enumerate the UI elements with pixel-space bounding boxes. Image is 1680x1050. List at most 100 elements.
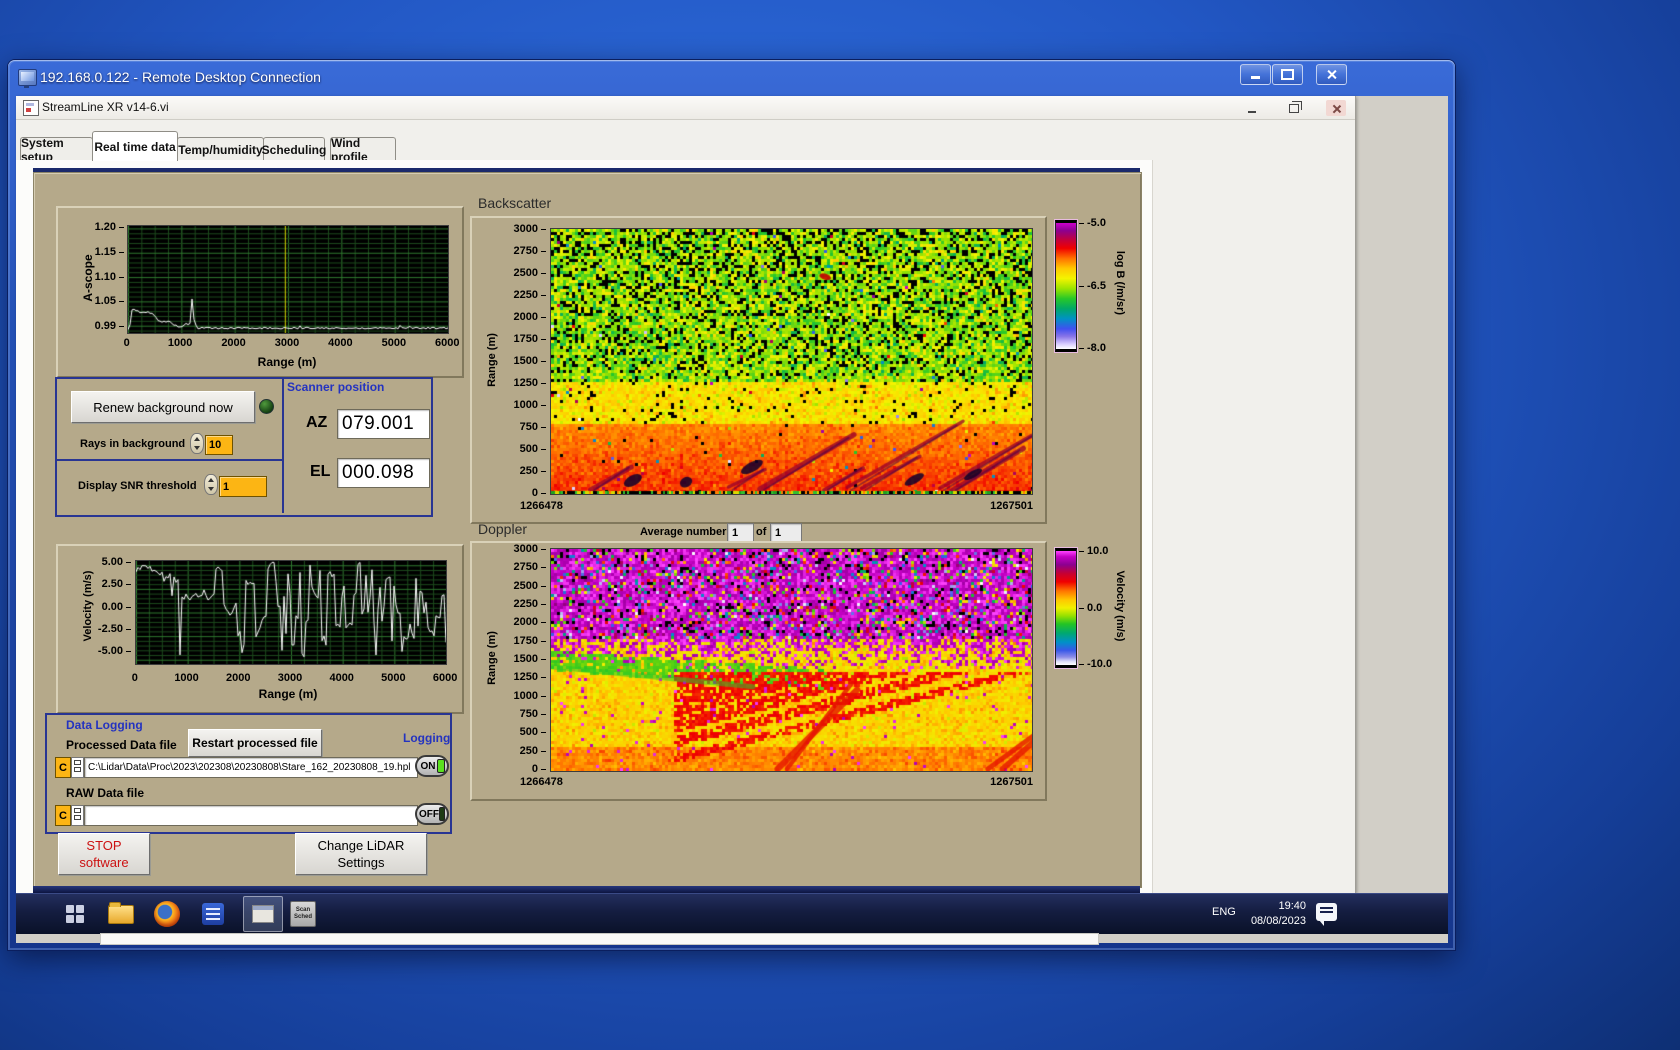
tick-label: 0 (532, 763, 547, 776)
tab-temp-humidity[interactable]: Temp/humidity (177, 137, 264, 161)
scheduler-icon: Scan Sched (290, 901, 316, 927)
notes-app-icon[interactable] (200, 901, 226, 927)
clock-time: 19:40 (1278, 900, 1306, 912)
doppler-x-start: 1266478 (520, 776, 563, 788)
snr-threshold-label: Display SNR threshold (78, 480, 197, 492)
tick-label: 2500 (514, 267, 547, 280)
snr-spinner[interactable] (204, 474, 218, 495)
app-minimize-button[interactable] (1242, 100, 1262, 116)
tab-scheduling[interactable]: Scheduling (262, 137, 326, 161)
backscatter-colorbar-label: log B (/m/sr) (1114, 250, 1126, 316)
folder-icon (108, 901, 134, 924)
desktop: 192.168.0.122 - Remote Desktop Connectio… (0, 0, 1680, 1050)
tick-label: 1000 (167, 337, 193, 349)
processed-path-field[interactable]: C:\Lidar\Data\Proc\2023\202308\20230808\… (84, 757, 418, 778)
rdp-window-title: 192.168.0.122 - Remote Desktop Connectio… (40, 69, 321, 85)
file-explorer-icon[interactable] (108, 901, 134, 927)
stop-line1: STOP (86, 838, 122, 853)
app-close-button[interactable] (1326, 100, 1346, 116)
scan-scheduler-icon[interactable]: Scan Sched (290, 901, 316, 927)
snr-value-field[interactable]: 1 (219, 476, 267, 497)
controls-divider-horizontal (55, 459, 284, 461)
tab-real-time-data[interactable]: Real time data (92, 131, 178, 161)
raw-data-file-label: RAW Data file (66, 786, 145, 800)
processed-drive-selector[interactable]: C (55, 757, 71, 778)
rays-spinner[interactable] (190, 433, 204, 454)
rdp-minimize-button[interactable] (1240, 64, 1271, 85)
velocity-x-ticks: 0 1000 2000 3000 4000 5000 6000 (109, 672, 471, 684)
stop-software-button[interactable]: STOP software (58, 833, 150, 875)
tick-label: 1000 (174, 672, 199, 684)
tick-label: 5000 (381, 337, 407, 349)
vi-file-icon (23, 100, 39, 116)
doppler-title: Doppler (478, 521, 528, 537)
tick-label: 5.00 (102, 556, 132, 569)
rays-value-field[interactable]: 10 (205, 435, 233, 455)
tick-label: 2750 (514, 245, 547, 258)
language-indicator[interactable]: ENG (1212, 906, 1236, 918)
average-of-label: of (756, 526, 767, 538)
tick-label: -8.0 (1079, 342, 1106, 355)
raw-path-field[interactable] (84, 805, 418, 826)
close-icon (1326, 69, 1337, 80)
raw-drive-selector[interactable]: C (55, 805, 71, 826)
taskbar-under-strip (100, 933, 1099, 945)
renew-background-button[interactable]: Renew background now (71, 391, 255, 423)
rdp-maximize-button[interactable] (1272, 64, 1303, 85)
tab-wind-profile[interactable]: Wind profile (330, 136, 396, 164)
minimize-icon (1248, 110, 1256, 113)
settings-line2: Settings (337, 855, 385, 870)
backscatter-colorbar (1055, 220, 1077, 352)
firefox-icon[interactable] (154, 901, 180, 927)
settings-line1: Change LiDAR (317, 838, 405, 853)
tick-label: 1750 (514, 333, 547, 346)
off-label: OFF (419, 808, 439, 820)
tick-label: 10.0 (1079, 545, 1108, 558)
doppler-colorbar (1055, 548, 1077, 668)
on-label: ON (420, 760, 436, 772)
notification-center-icon[interactable] (1316, 903, 1337, 926)
tab-system-setup[interactable]: System setup (20, 136, 93, 164)
az-value-field: 079.001 (337, 409, 430, 439)
tick-label: 250 (520, 465, 547, 478)
tick-label: 0.99 (95, 320, 125, 333)
grid-icon (66, 905, 84, 923)
maximize-icon (1281, 69, 1294, 80)
logging-label: Logging (403, 731, 451, 745)
tick-label: 750 (520, 708, 547, 721)
restart-processed-file-button[interactable]: Restart processed file (188, 729, 322, 757)
doppler-x-end: 1267501 (990, 776, 1033, 788)
rdp-close-button[interactable] (1316, 64, 1347, 85)
processed-browse-button[interactable] (71, 757, 84, 778)
data-logging-title: Data Logging (66, 718, 143, 732)
tick-label: 1.15 (95, 246, 125, 259)
tick-label: 1000 (514, 690, 547, 703)
velocity-y-ticks: 5.00 2.50 0.00 -2.50 -5.00 (90, 556, 132, 658)
tick-label: 1000 (514, 399, 547, 412)
backscatter-y-ticks: 3000 2750 2500 2250 2000 1750 1500 1250 1000 750 5… (500, 223, 547, 500)
backscatter-title: Backscatter (478, 195, 552, 211)
average-total-field[interactable]: 1 (770, 523, 802, 543)
tick-label: 2500 (514, 580, 547, 593)
tick-label: 750 (520, 421, 547, 434)
task-view-icon[interactable] (62, 901, 88, 927)
ascope-x-axis-label: Range (m) (257, 355, 317, 369)
change-lidar-settings-button[interactable]: Change LiDAR Settings (295, 833, 427, 875)
processed-data-file-label: Processed Data file (66, 738, 177, 752)
average-number-field[interactable]: 1 (727, 523, 754, 543)
tick-label: 500 (520, 726, 547, 739)
streamline-app-taskbar-button[interactable] (243, 896, 283, 932)
doppler-y-axis-label: Range (m) (486, 631, 498, 685)
raw-browse-button[interactable] (71, 805, 84, 826)
az-value: 079.001 (342, 413, 415, 434)
raw-logging-toggle[interactable]: OFF (415, 803, 449, 825)
stop-line2: software (79, 855, 129, 870)
processed-logging-toggle[interactable]: ON (415, 755, 449, 777)
restore-icon (1289, 103, 1299, 113)
on-led-icon (437, 759, 445, 773)
controls-divider-vertical (282, 377, 284, 513)
tick-label: 0.00 (102, 601, 132, 614)
app-restore-button[interactable] (1284, 100, 1304, 116)
taskbar-clock[interactable]: 19:40 08/08/2023 (1242, 899, 1306, 929)
el-value-field: 000.098 (337, 458, 430, 488)
